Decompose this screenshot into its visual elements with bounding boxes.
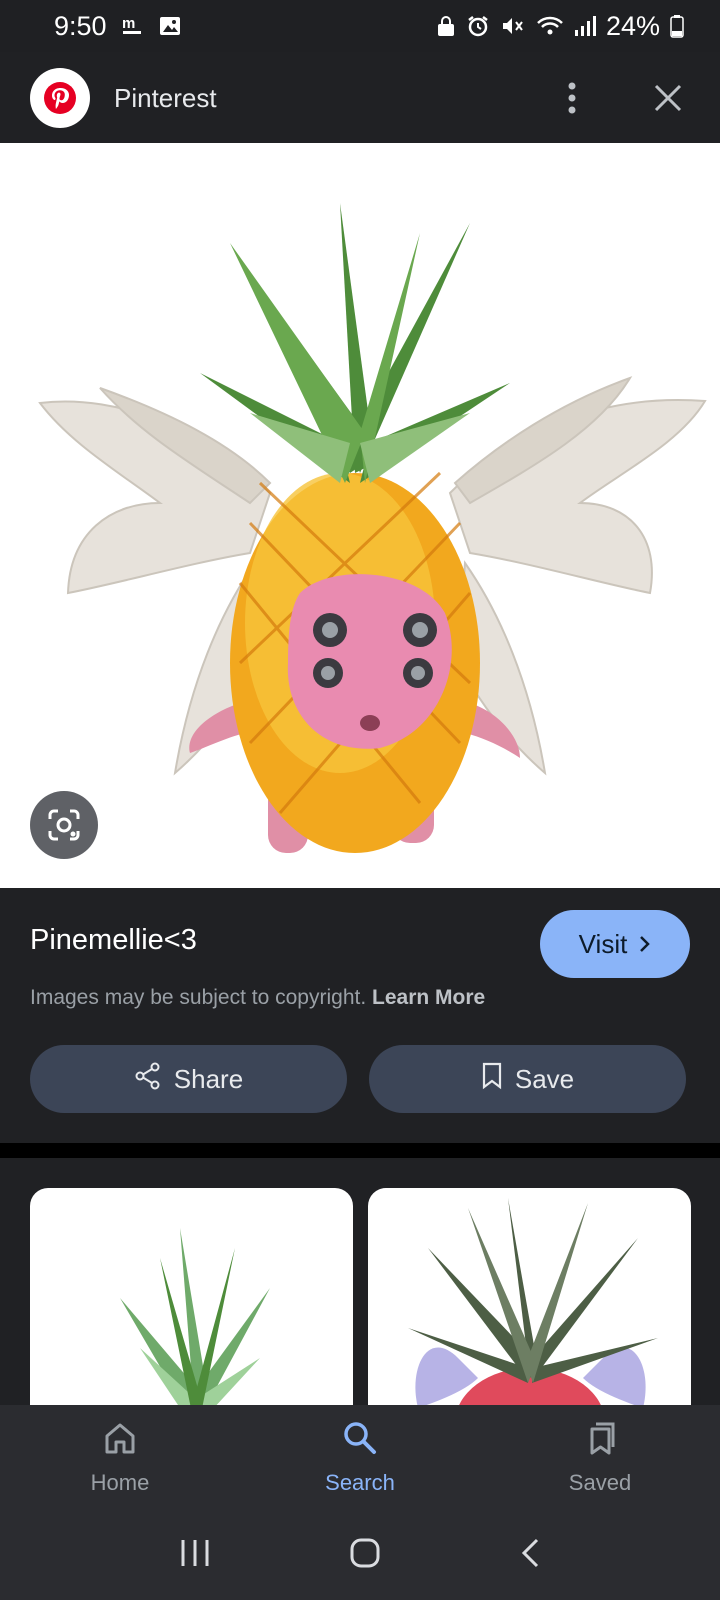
nav-saved[interactable]: Saved — [480, 1405, 720, 1510]
svg-text:m: m — [122, 15, 135, 32]
share-icon — [134, 1062, 162, 1097]
visit-button[interactable]: Visit — [540, 910, 690, 978]
home-icon — [102, 1420, 138, 1462]
related-card[interactable] — [30, 1188, 353, 1408]
close-icon[interactable] — [646, 76, 690, 120]
nav-saved-label: Saved — [568, 1469, 632, 1495]
status-bar: 9:50 m 24% — [0, 0, 720, 52]
signal-icon — [574, 15, 596, 37]
home-circle-icon[interactable] — [349, 1537, 381, 1574]
gallery-icon — [159, 15, 181, 37]
bookmark-icon — [481, 1062, 503, 1097]
save-button[interactable]: Save — [369, 1045, 686, 1113]
nav-home[interactable]: Home — [0, 1405, 240, 1510]
result-info-panel: Pinemellie<3 Visit Images may be subject… — [0, 888, 720, 1143]
chevron-right-icon — [639, 929, 651, 960]
battery-icon — [670, 14, 684, 38]
copyright-text: Images may be subject to copyright. — [30, 986, 367, 1009]
battery-percent: 24% — [605, 10, 660, 41]
vpn-lock-icon — [436, 15, 456, 37]
app-title: Pinterest — [114, 82, 217, 113]
search-icon — [342, 1420, 378, 1462]
app-bar: Pinterest — [0, 52, 720, 144]
pinterest-logo[interactable] — [30, 68, 90, 128]
alarm-icon — [466, 14, 490, 38]
result-title: Pinemellie<3 — [30, 924, 197, 956]
back-icon[interactable] — [519, 1537, 541, 1574]
nav-search[interactable]: Search — [240, 1405, 480, 1510]
green-pineapple-thumbnail — [120, 1228, 270, 1408]
visit-label: Visit — [578, 928, 628, 959]
share-label: Share — [173, 1063, 244, 1094]
save-label: Save — [514, 1063, 575, 1094]
result-image[interactable] — [0, 143, 720, 888]
status-time: 9:50 — [54, 10, 107, 41]
share-button[interactable]: Share — [30, 1045, 347, 1113]
bookmark-stack-icon — [582, 1420, 618, 1462]
learn-more-link[interactable]: Learn More — [372, 986, 485, 1009]
pineapple-fairy-illustration — [38, 203, 707, 853]
system-navigation-bar — [0, 1510, 720, 1600]
nav-search-label: Search — [325, 1469, 395, 1495]
wifi-icon — [536, 14, 564, 38]
mute-icon — [500, 14, 526, 38]
more-options-icon[interactable] — [550, 76, 594, 120]
related-card[interactable] — [368, 1188, 691, 1408]
copyright-notice: Images may be subject to copyright. Lear… — [30, 986, 485, 1010]
nav-home-label: Home — [90, 1469, 150, 1495]
bottom-navigation: Home Search Saved — [0, 1405, 720, 1510]
m-zone-icon: m — [121, 14, 145, 38]
related-results — [0, 1158, 720, 1408]
recents-icon[interactable] — [179, 1538, 211, 1573]
google-lens-icon[interactable] — [30, 791, 98, 859]
pink-pineapple-thumbnail — [408, 1198, 658, 1408]
